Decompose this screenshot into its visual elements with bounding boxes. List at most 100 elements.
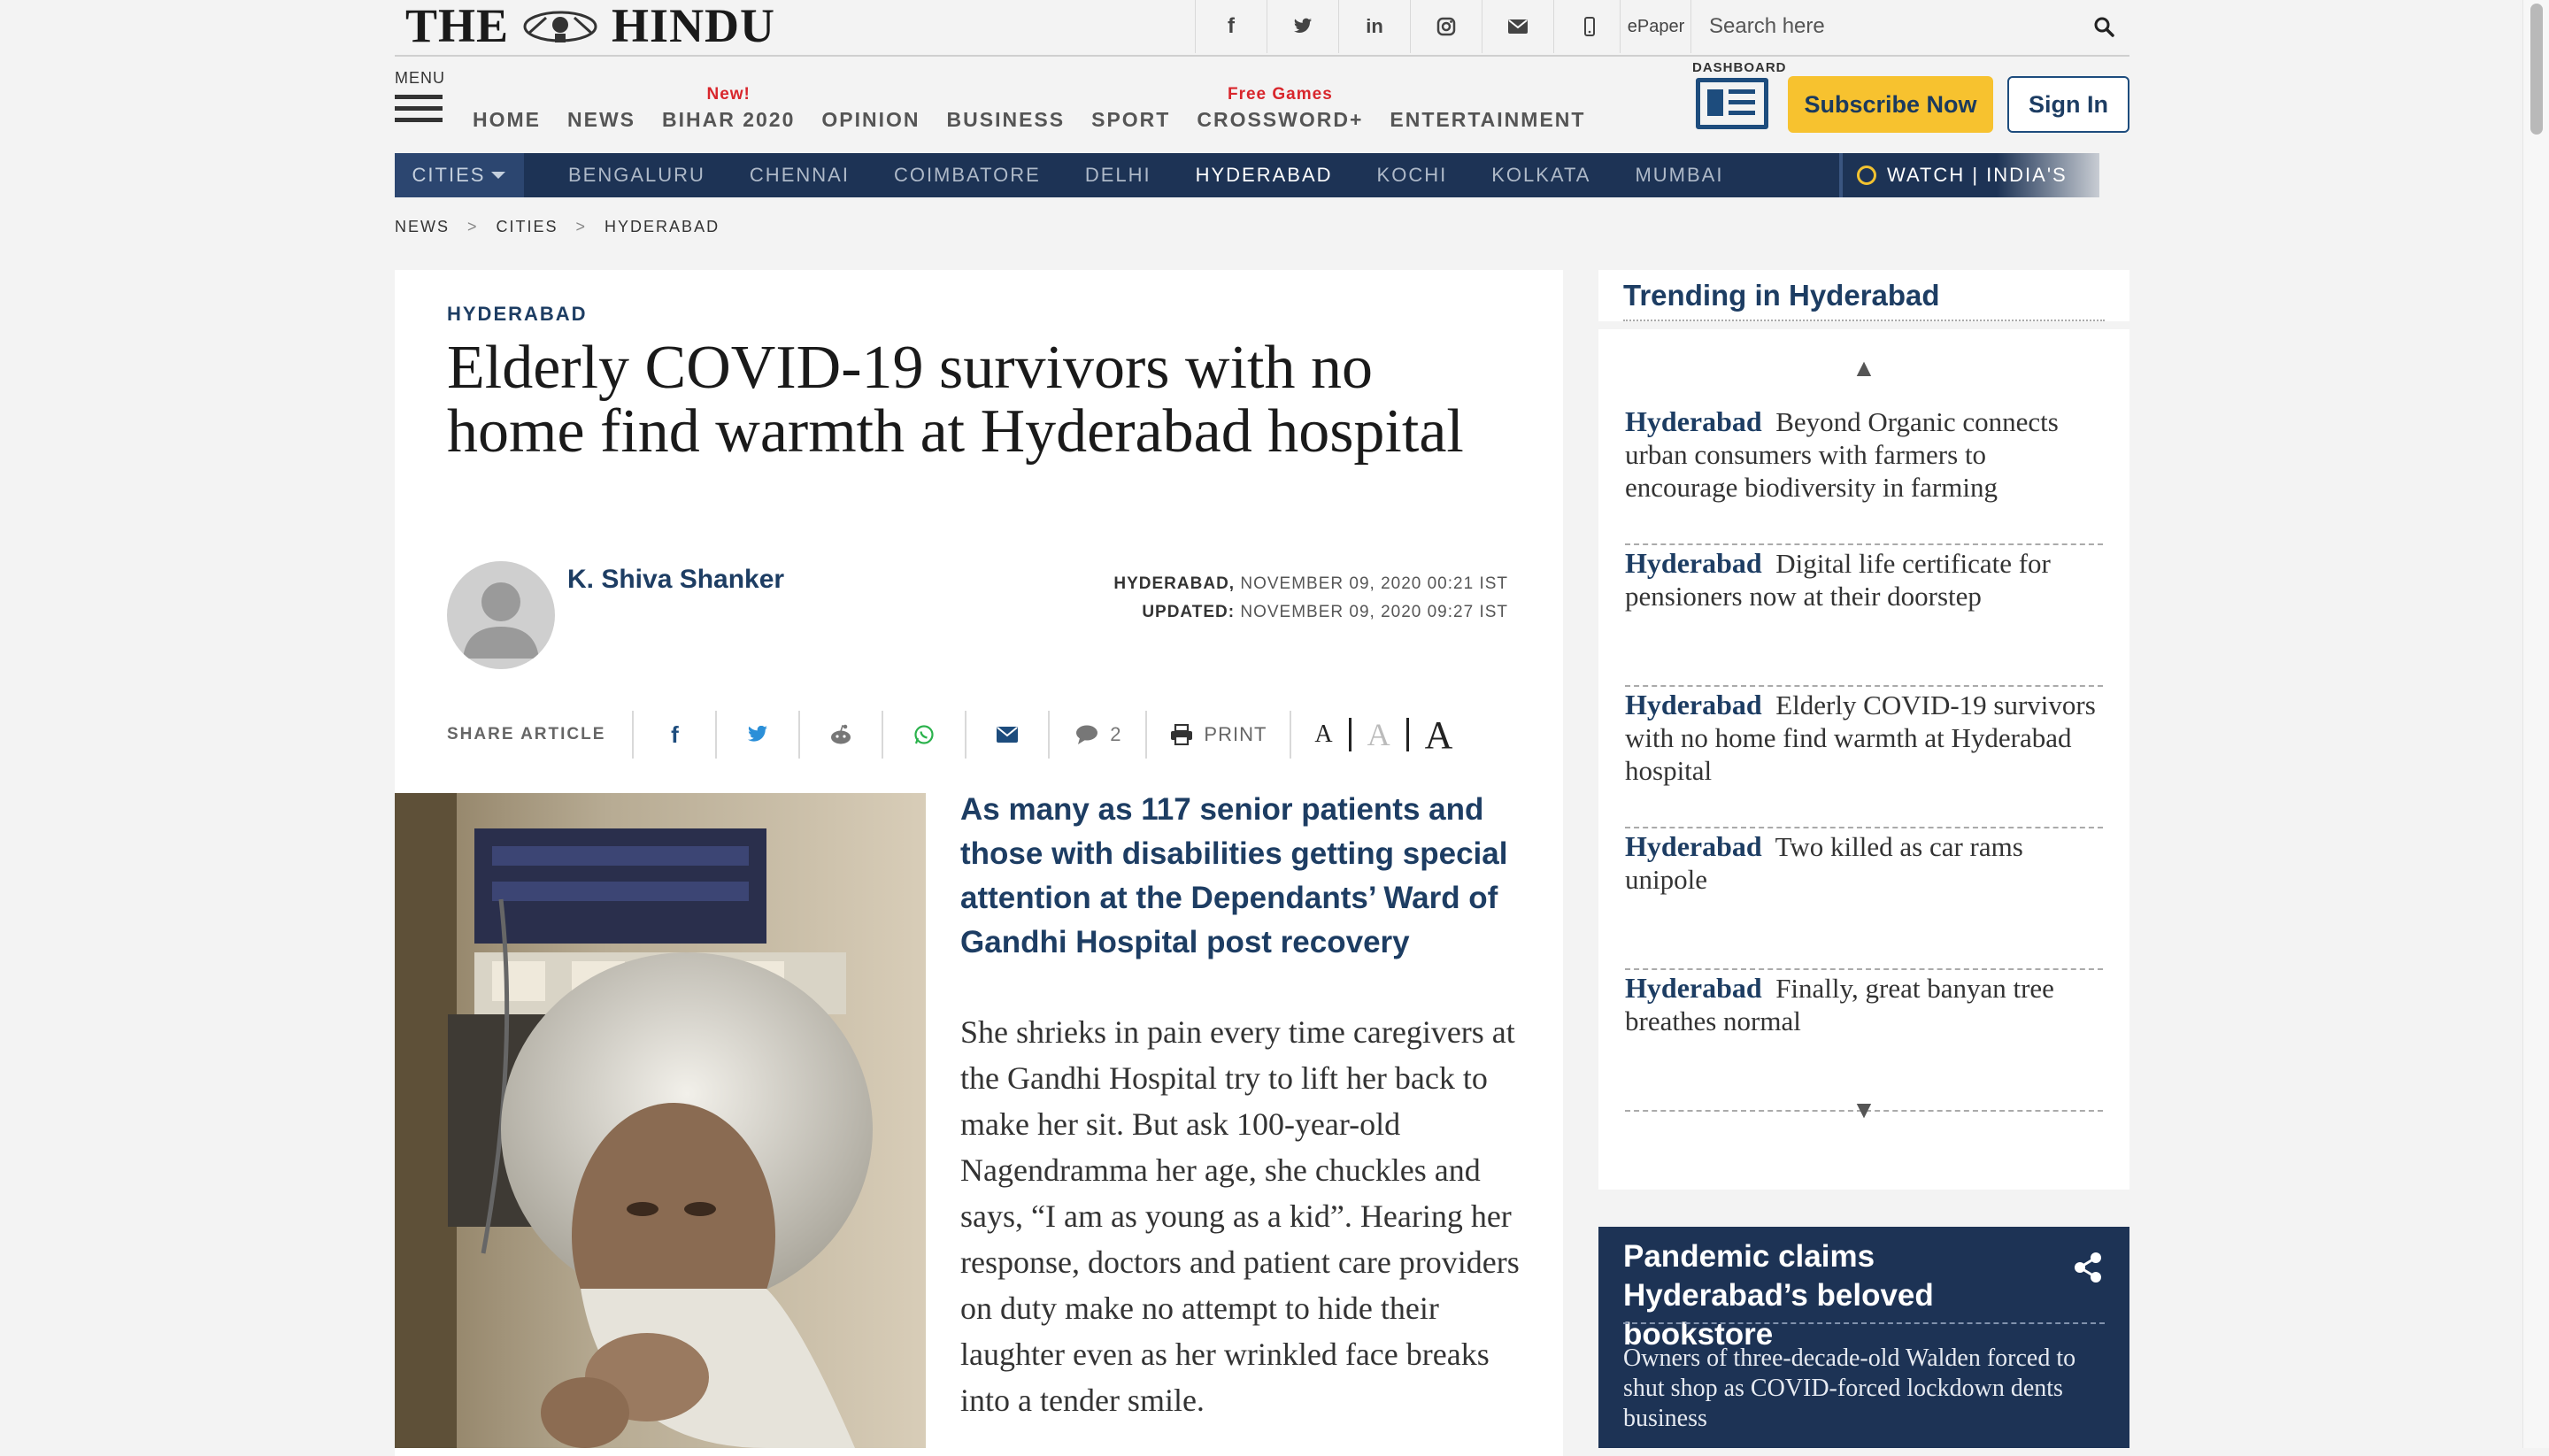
nav-item-entertainment[interactable]: ENTERTAINMENT — [1390, 85, 1585, 132]
font-size-small-button[interactable]: A — [1314, 720, 1332, 749]
article-body: She shrieks in pain every time caregiver… — [960, 1014, 1520, 1418]
new-badge: New! — [706, 85, 751, 104]
dateline: HYDERABAD, NOVEMBER 09, 2020 00:21 IST U… — [1113, 570, 1508, 627]
dashboard-icon[interactable] — [1696, 78, 1768, 129]
sign-in-button[interactable]: Sign In — [2007, 76, 2129, 133]
epaper-link[interactable]: ePaper — [1620, 0, 1691, 53]
scroll-up-arrow-icon[interactable]: ▲ — [1598, 354, 2129, 382]
city-link-bengaluru[interactable]: BENGALURU — [568, 164, 705, 187]
city-link-delhi[interactable]: DELHI — [1085, 164, 1151, 187]
watch-india-link[interactable]: WATCH | INDIA'S — [1839, 153, 2099, 197]
font-size-controls: A A A — [1314, 713, 1452, 758]
print-button[interactable]: PRINT — [1147, 711, 1292, 759]
breadcrumb-news[interactable]: NEWS — [395, 218, 450, 236]
cities-bar: CITIES BENGALURU CHENNAI COIMBATORE DELH… — [395, 153, 1839, 197]
nav-item-news[interactable]: NEWS — [567, 85, 635, 132]
share-icon[interactable] — [2073, 1252, 2103, 1283]
updated-label: UPDATED: — [1142, 603, 1236, 621]
page-scrollbar[interactable] — [2522, 0, 2549, 1448]
font-size-large-button[interactable]: A — [1425, 713, 1453, 758]
reddit-icon — [831, 724, 851, 744]
trending-item[interactable]: Hyderabad Digital life certificate for p… — [1625, 547, 2103, 687]
the-hindu-logo[interactable]: THE HINDU — [405, 0, 776, 52]
mail-icon[interactable] — [1482, 0, 1553, 53]
city-link-mumbai[interactable]: MUMBAI — [1635, 164, 1723, 187]
facebook-icon[interactable]: f — [1195, 0, 1267, 53]
share-reddit-button[interactable] — [800, 711, 884, 759]
twitter-icon[interactable] — [1267, 0, 1338, 53]
city-link-kochi[interactable]: KOCHI — [1377, 164, 1448, 187]
city-link-kolkata[interactable]: KOLKATA — [1491, 164, 1590, 187]
comment-icon — [1076, 725, 1098, 744]
nav-item-bihar-2020[interactable]: New! BIHAR 2020 — [662, 85, 795, 132]
dashboard-label: DASHBOARD — [1692, 60, 1787, 75]
search-input[interactable]: Search here — [1709, 14, 2077, 39]
search-bar[interactable]: Search here — [1690, 0, 2130, 53]
article-photo[interactable] — [395, 793, 926, 1448]
mail-icon — [997, 727, 1019, 743]
font-size-medium-button[interactable]: A — [1367, 716, 1390, 753]
city-link-coimbatore[interactable]: COIMBATORE — [894, 164, 1041, 187]
share-whatsapp-button[interactable] — [883, 711, 967, 759]
search-icon[interactable] — [2077, 16, 2130, 37]
menu-label: MENU — [395, 69, 445, 87]
trending-item[interactable]: Hyderabad Finally, great banyan tree bre… — [1625, 972, 2103, 1112]
linkedin-icon[interactable]: in — [1338, 0, 1410, 53]
play-icon — [1857, 166, 1876, 185]
nav-item-business[interactable]: BUSINESS — [947, 85, 1066, 132]
trending-title: Trending in Hyderabad — [1623, 279, 1940, 312]
mobile-icon[interactable] — [1553, 0, 1625, 53]
emblem-icon — [518, 7, 603, 44]
article-headline: Elderly COVID-19 survivors with no home … — [447, 334, 1464, 466]
share-email-button[interactable] — [966, 711, 1051, 759]
logo-text-the: THE — [405, 0, 510, 52]
comments-button[interactable]: 2 — [1050, 711, 1148, 759]
share-facebook-button[interactable]: f — [634, 711, 718, 759]
scrollbar-thumb[interactable] — [2530, 4, 2543, 135]
updated-date: NOVEMBER 09, 2020 09:27 IST — [1240, 603, 1508, 621]
trending-item-city: Hyderabad — [1625, 547, 1762, 579]
instagram-icon[interactable] — [1410, 0, 1482, 53]
related-story-title: Pandemic claims Hyderabad’s beloved book… — [1623, 1239, 1934, 1352]
trending-item[interactable]: Hyderabad Two killed as car rams unipole — [1625, 830, 2103, 970]
cities-dropdown[interactable]: CITIES — [395, 153, 524, 197]
trending-item-city: Hyderabad — [1625, 972, 1762, 1004]
breadcrumb-cities[interactable]: CITIES — [497, 218, 558, 236]
related-story-card[interactable]: Pandemic claims Hyderabad’s beloved book… — [1598, 1227, 2129, 1448]
article-summary: As many as 117 senior patients and those… — [960, 792, 1508, 959]
free-games-badge: Free Games — [1227, 85, 1333, 104]
facebook-icon: f — [671, 720, 679, 748]
chevron-down-icon — [491, 172, 506, 179]
publish-date: NOVEMBER 09, 2020 00:21 IST — [1240, 574, 1508, 593]
nav-item-sport[interactable]: SPORT — [1091, 85, 1170, 132]
subscribe-button[interactable]: Subscribe Now — [1788, 76, 1993, 133]
city-link-chennai[interactable]: CHENNAI — [750, 164, 850, 187]
dateline-place: HYDERABAD, — [1113, 574, 1236, 593]
nav-item-opinion[interactable]: OPINION — [821, 85, 920, 132]
nav-item-home[interactable]: HOME — [473, 85, 541, 132]
printer-icon — [1171, 724, 1193, 745]
comment-count: 2 — [1110, 723, 1121, 745]
trending-item[interactable]: Hyderabad Elderly COVID-19 survivors wit… — [1625, 689, 2103, 828]
author-avatar[interactable] — [447, 561, 555, 669]
share-twitter-button[interactable] — [717, 711, 801, 759]
nav-item-crossword[interactable]: Free Games CROSSWORD+ — [1197, 85, 1363, 132]
hamburger-icon — [395, 95, 443, 99]
share-bar: SHARE ARTICLE f 2 PRINT A A A — [447, 708, 1452, 761]
share-article-label: SHARE ARTICLE — [447, 711, 635, 759]
article-section[interactable]: HYDERABAD — [447, 303, 588, 326]
twitter-icon — [748, 726, 768, 742]
author-name[interactable]: K. Shiva Shanker — [567, 565, 784, 595]
trending-header: Trending in Hyderabad — [1598, 270, 2129, 321]
city-link-hyderabad[interactable]: HYDERABAD — [1196, 164, 1333, 187]
scroll-down-arrow-icon[interactable]: ▼ — [1598, 1096, 2129, 1124]
related-story-description: Owners of three-decade-old Walden forced… — [1623, 1344, 2076, 1432]
menu-button[interactable]: MENU — [395, 69, 448, 131]
trending-item-city: Hyderabad — [1625, 830, 1762, 862]
main-nav: HOME NEWS New! BIHAR 2020 OPINION BUSINES… — [473, 85, 1585, 132]
trending-item[interactable]: Hyderabad Beyond Organic connects urban … — [1625, 405, 2103, 545]
trending-item-city: Hyderabad — [1625, 405, 1762, 437]
logo-text-hindu: HINDU — [612, 0, 776, 52]
trending-item-city: Hyderabad — [1625, 689, 1762, 720]
breadcrumb-hyderabad[interactable]: HYDERABAD — [605, 218, 720, 236]
